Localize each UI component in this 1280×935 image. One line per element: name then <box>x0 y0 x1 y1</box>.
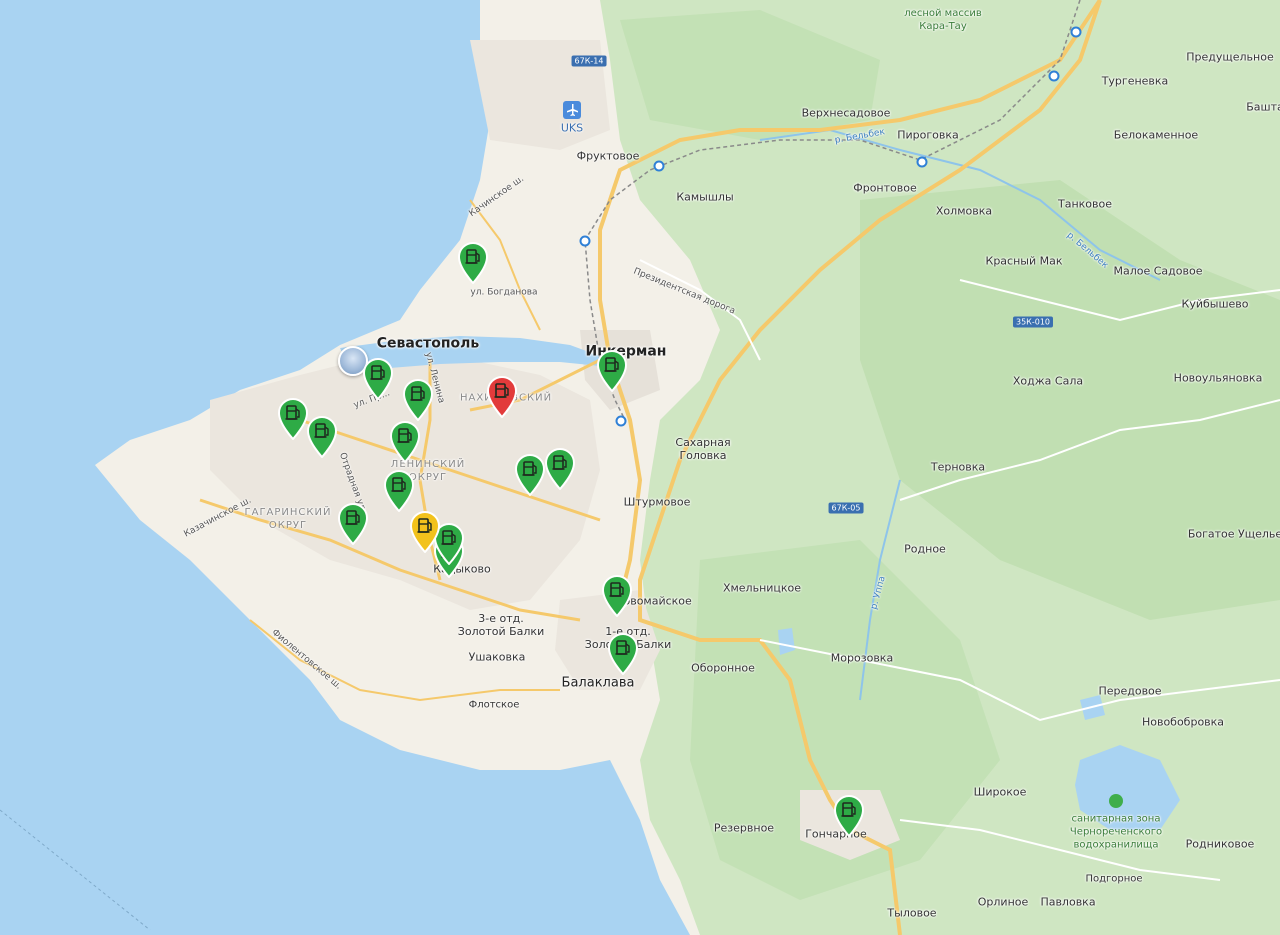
label-maloe-sadovoe: Малое Садовое <box>1113 264 1203 278</box>
fuel-station-icon <box>337 503 369 546</box>
map-base-layer <box>0 0 1280 935</box>
road-shield-67k05: 67К-05 <box>828 502 864 514</box>
fuel-station-pin-yellow[interactable] <box>408 509 442 554</box>
rail-station-icon <box>615 415 627 427</box>
label-shirokoe: Широкое <box>973 785 1027 799</box>
label-oboronnoe: Оборонное <box>691 661 755 675</box>
label-uks-airport: UKS <box>560 121 584 135</box>
fuel-station-icon <box>306 416 338 459</box>
label-gagarinsky-district: ГАГАРИНСКИЙ ОКРУГ <box>244 507 332 531</box>
label-shturmovoe: Штурмовое <box>623 495 691 509</box>
fuel-station-pin-green[interactable] <box>595 348 629 393</box>
fuel-station-pin-green[interactable] <box>305 414 339 459</box>
fuel-station-icon <box>544 448 576 491</box>
fuel-station-icon <box>409 511 441 554</box>
fuel-station-pin-green[interactable] <box>456 240 490 285</box>
label-pirogovka: Пироговка <box>897 128 959 142</box>
fuel-station-pin-green[interactable] <box>513 452 547 497</box>
road-shield-67k14: 67К-14 <box>571 55 607 67</box>
label-morozovka: Морозовка <box>830 651 894 665</box>
fuel-station-icon <box>514 454 546 497</box>
label-verkhnesadovoe: Верхнесадовое <box>801 106 891 120</box>
fuel-station-icon <box>457 242 489 285</box>
label-ternovka: Терновка <box>930 460 986 474</box>
label-rezervnoe: Резервное <box>713 821 775 835</box>
road-shield-35k010: 35К-010 <box>1012 316 1054 328</box>
label-predushchelnoe: Предущельное <box>1186 50 1274 64</box>
fuel-station-icon <box>402 379 434 422</box>
fuel-station-pin-green[interactable] <box>388 419 422 464</box>
label-tankovoe: Танковое <box>1057 197 1113 211</box>
fuel-station-pin-red[interactable] <box>485 374 519 419</box>
label-kuibyshevo: Куйбышево <box>1181 297 1249 311</box>
fuel-station-icon <box>383 470 415 513</box>
label-krasny-mak: Красный Мак <box>985 254 1063 268</box>
label-pavlovka: Павловка <box>1040 895 1096 909</box>
label-khmelnitskoe: Хмельницкое <box>722 581 802 595</box>
fuel-station-icon <box>607 633 639 676</box>
fuel-station-pin-green[interactable] <box>600 573 634 618</box>
fuel-station-icon <box>389 421 421 464</box>
label-turgenevka: Тургеневка <box>1101 74 1169 88</box>
map-canvas[interactable]: Севастополь Инкерман Балаклава UKS Фрукт… <box>0 0 1280 935</box>
label-rodnikovoe: Родниковое <box>1185 837 1255 851</box>
label-bogatoe-ushchelie: Богатое Ущелье <box>1187 527 1280 541</box>
label-tylovoe: Тыловое <box>887 906 937 920</box>
fuel-station-icon <box>833 795 865 838</box>
label-flotskoe: Флотское <box>468 699 520 711</box>
rail-station-icon <box>1048 70 1060 82</box>
fuel-station-pin-green[interactable] <box>361 356 395 401</box>
label-orlinoe: Орлиное <box>977 895 1029 909</box>
label-ushakovka: Ушаковка <box>468 650 526 664</box>
label-reserve-chernorechensk: санитарная зона Чернореченского водохран… <box>1069 813 1163 851</box>
label-peredovoe: Передовое <box>1098 684 1162 698</box>
rail-station-icon <box>579 235 591 247</box>
label-belokamennoe: Белокаменное <box>1113 128 1199 142</box>
label-rodnoe: Родное <box>904 542 946 556</box>
label-fruktovoe: Фруктовое <box>576 149 640 163</box>
label-sakharnaya-golovka: Сахарная Головка <box>675 436 731 462</box>
fuel-station-pin-green[interactable] <box>401 377 435 422</box>
label-balaklava: Балаклава <box>561 675 635 691</box>
label-les-kara-tau: лесной массив Кара-Тау <box>904 8 982 32</box>
label-kamyshly: Камышлы <box>676 190 734 204</box>
label-bashta: Башта <box>1246 100 1280 114</box>
label-frontovoe: Фронтовое <box>853 181 917 195</box>
fuel-station-pin-green[interactable] <box>832 793 866 838</box>
label-sevastopol: Севастополь <box>376 335 480 352</box>
reserve-paw-icon <box>1109 794 1123 808</box>
label-ul-bogdanova: ул. Богданова <box>470 287 538 298</box>
fuel-station-pin-green[interactable] <box>606 631 640 676</box>
label-podgornoe: Подгорное <box>1085 873 1143 885</box>
rail-station-icon <box>1070 26 1082 38</box>
label-khodzha-sala: Ходжа Сала <box>1012 374 1084 388</box>
fuel-station-pin-green[interactable] <box>382 468 416 513</box>
fuel-station-icon <box>596 350 628 393</box>
fuel-station-pin-green[interactable] <box>543 446 577 491</box>
rail-station-icon <box>653 160 665 172</box>
fuel-station-icon <box>601 575 633 618</box>
label-kholmovka: Холмовка <box>935 204 993 218</box>
label-zolotaya-balka-3: 3-е отд. Золотой Балки <box>457 612 545 638</box>
fuel-station-icon <box>486 376 518 419</box>
rail-station-icon <box>916 156 928 168</box>
label-novoulyanovka: Новоульяновка <box>1173 371 1263 385</box>
fuel-station-pin-green[interactable] <box>336 501 370 546</box>
label-novobobrovka: Новобобровка <box>1141 715 1225 729</box>
fuel-station-icon <box>362 358 394 401</box>
